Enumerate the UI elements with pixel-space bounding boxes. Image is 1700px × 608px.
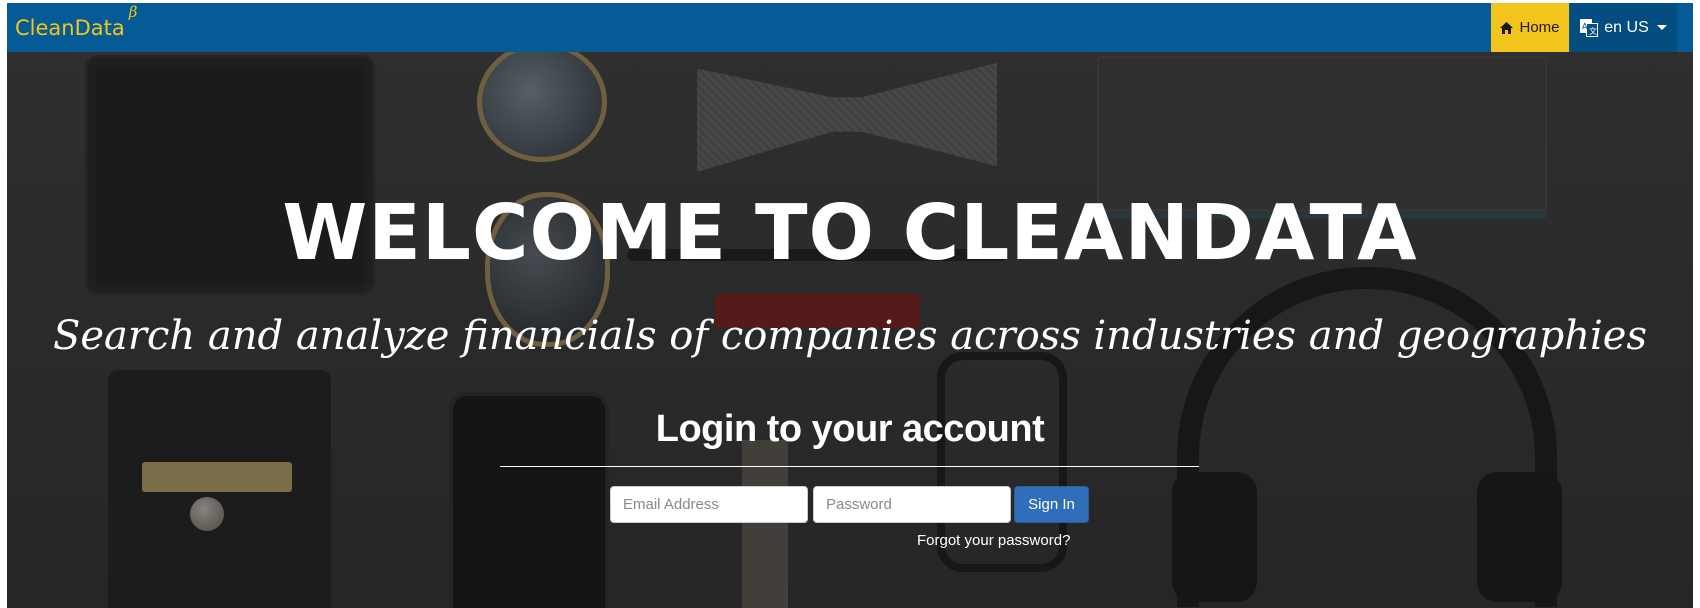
nav-home[interactable]: Home	[1491, 3, 1569, 52]
password-field[interactable]	[813, 486, 1011, 523]
svg-text:A: A	[1582, 22, 1588, 31]
beta-mark: β	[128, 3, 138, 21]
login-heading: Login to your account	[655, 408, 1045, 450]
home-icon	[1500, 21, 1514, 34]
forgot-password-link[interactable]: Forgot your password?	[917, 532, 1070, 549]
hero-section: WELCOME TO CLEANDATA Search and analyze …	[7, 52, 1693, 608]
caret-down-icon	[1656, 25, 1667, 30]
top-navbar: CleanDataβ Home A 文 en US	[7, 3, 1693, 52]
browser-viewport: CleanDataβ Home A 文 en US WELCOME TO CLE…	[7, 3, 1693, 608]
sign-in-button[interactable]: Sign In	[1014, 486, 1089, 523]
login-divider	[500, 466, 1199, 467]
hero-subtitle: Search and analyze financials of compani…	[52, 313, 1648, 359]
brand-logo[interactable]: CleanDataβ	[15, 3, 137, 40]
email-field[interactable]	[610, 486, 808, 523]
brand-name: CleanData	[15, 16, 125, 40]
svg-text:文: 文	[1589, 26, 1597, 36]
translate-icon: A 文	[1580, 18, 1599, 37]
language-label: en US	[1604, 18, 1649, 36]
language-dropdown[interactable]: A 文 en US	[1570, 3, 1677, 52]
nav-home-label: Home	[1519, 19, 1560, 36]
hero-title: WELCOME TO CLEANDATA	[282, 189, 1418, 278]
